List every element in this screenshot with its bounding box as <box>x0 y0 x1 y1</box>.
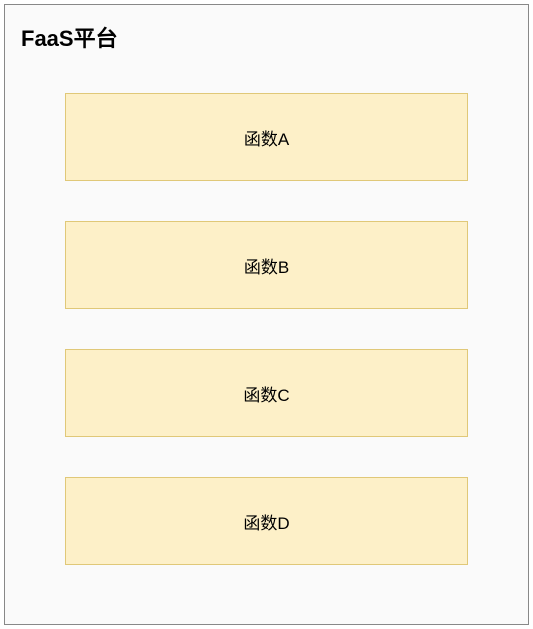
function-box-b: 函数B <box>65 221 468 309</box>
functions-list: 函数A 函数B 函数C 函数D <box>25 93 508 565</box>
function-label: 函数A <box>244 125 289 150</box>
function-box-a: 函数A <box>65 93 468 181</box>
function-label: 函数B <box>244 253 289 278</box>
platform-title: FaaS平台 <box>21 21 508 53</box>
function-box-d: 函数D <box>65 477 468 565</box>
faas-platform-container: FaaS平台 函数A 函数B 函数C 函数D <box>4 4 529 625</box>
function-label: 函数D <box>243 509 289 534</box>
function-label: 函数C <box>243 381 289 406</box>
function-box-c: 函数C <box>65 349 468 437</box>
